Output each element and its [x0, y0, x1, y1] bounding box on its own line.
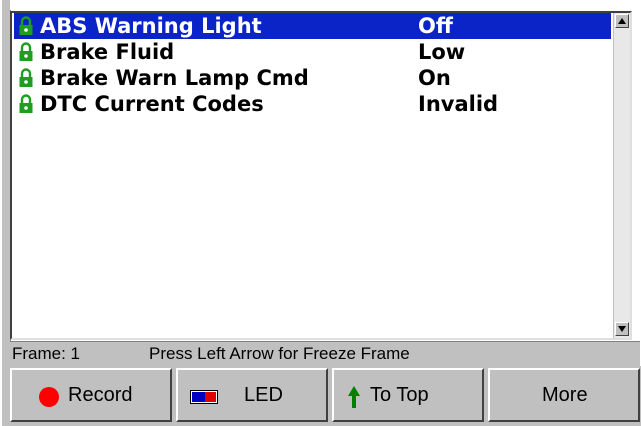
led-button-label: LED	[244, 384, 283, 406]
record-button[interactable]: Record	[10, 368, 172, 422]
to-top-button[interactable]: To Top	[332, 368, 484, 422]
function-button-bar: Record LED To Top More	[10, 366, 641, 426]
parameter-value: Low	[418, 40, 466, 64]
parameter-value: Invalid	[418, 92, 499, 116]
status-bar: Frame: 1 Press Left Arrow for Freeze Fra…	[10, 341, 640, 366]
parameter-name: DTC Current Codes	[40, 92, 264, 116]
parameter-row-brake-fluid[interactable]: Brake Fluid Low	[14, 39, 611, 65]
record-icon	[39, 387, 59, 407]
padlock-icon	[19, 42, 33, 61]
led-button[interactable]: LED	[176, 368, 328, 422]
padlock-icon	[19, 68, 33, 87]
more-button-label: More	[542, 384, 588, 406]
padlock-icon	[19, 16, 33, 35]
record-button-label: Record	[68, 384, 133, 406]
frame-counter: Frame: 1	[12, 344, 81, 363]
scroll-up-button[interactable]	[615, 14, 629, 28]
scroll-down-arrow-icon	[618, 326, 626, 332]
scroll-down-button[interactable]	[615, 322, 629, 336]
parameter-name: ABS Warning Light	[40, 14, 262, 38]
parameter-row-brake-warn-lamp-cmd[interactable]: Brake Warn Lamp Cmd On	[14, 65, 611, 91]
to-top-button-label: To Top	[370, 384, 429, 406]
parameter-value: On	[418, 66, 451, 90]
vertical-scrollbar[interactable]	[613, 13, 630, 338]
parameter-row-dtc-current-codes[interactable]: DTC Current Codes Invalid	[14, 91, 611, 117]
more-button[interactable]: More	[488, 368, 640, 422]
window-top-edge	[10, 0, 641, 10]
up-arrow-icon	[348, 386, 360, 408]
padlock-icon	[19, 94, 33, 113]
parameter-name: Brake Fluid	[40, 40, 175, 64]
parameter-value: Off	[418, 14, 453, 38]
parameter-row-abs-warning-light[interactable]: ABS Warning Light Off	[14, 13, 611, 39]
parameter-name: Brake Warn Lamp Cmd	[40, 66, 309, 90]
scroll-up-arrow-icon	[618, 18, 626, 24]
scan-tool-window: ABS Warning Light Off Brake Fluid Low Br…	[0, 0, 641, 426]
led-indicator-icon	[190, 390, 218, 404]
parameter-list[interactable]: ABS Warning Light Off Brake Fluid Low Br…	[10, 11, 632, 340]
status-hint: Press Left Arrow for Freeze Frame	[149, 344, 410, 363]
